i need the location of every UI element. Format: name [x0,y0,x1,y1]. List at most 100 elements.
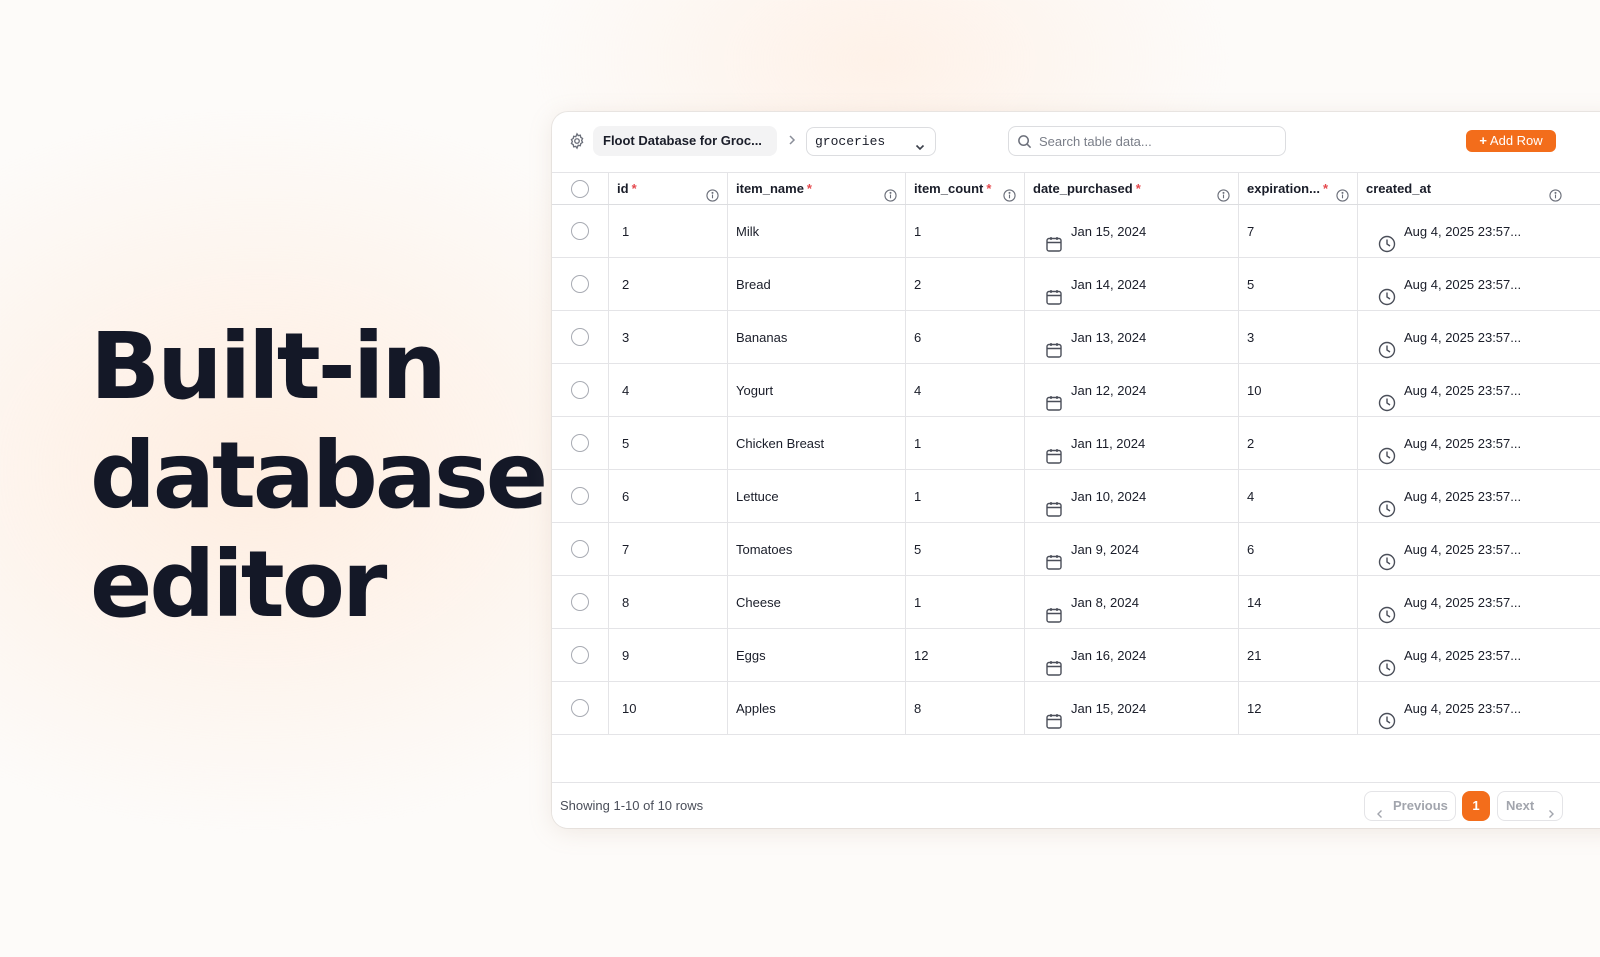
info-icon[interactable] [1217,182,1230,202]
cell-id[interactable]: 2 [609,258,728,310]
column-header-expiration[interactable]: expiration... * [1239,173,1358,204]
cell-expiration[interactable]: 7 [1239,205,1358,257]
row-checkbox[interactable] [571,275,589,293]
cell-expiration[interactable]: 5 [1239,258,1358,310]
column-header-item-name[interactable]: item_name * [728,173,906,204]
cell-expiration[interactable]: 3 [1239,311,1358,363]
cell-item-count[interactable]: 8 [906,682,1025,734]
cell-expiration[interactable]: 4 [1239,470,1358,522]
add-row-button[interactable]: + Add Row [1466,130,1556,152]
search-input[interactable] [1039,127,1279,155]
cell-item-name[interactable]: Bananas [728,311,906,363]
column-header-created-at[interactable]: created_at [1358,173,1600,204]
row-checkbox[interactable] [571,593,589,611]
info-icon[interactable] [1549,182,1562,202]
cell-created-at[interactable]: Aug 4, 2025 23:57... [1358,205,1600,257]
cell-id[interactable]: 1 [609,205,728,257]
cell-item-count[interactable]: 1 [906,576,1025,628]
row-checkbox[interactable] [571,328,589,346]
page-number-button[interactable]: 1 [1462,791,1490,821]
column-header-item-count[interactable]: item_count * [906,173,1025,204]
cell-id[interactable]: 3 [609,311,728,363]
cell-date-purchased[interactable]: Jan 8, 2024 [1025,576,1239,628]
cell-item-name[interactable]: Lettuce [728,470,906,522]
cell-item-count[interactable]: 1 [906,417,1025,469]
cell-date-purchased[interactable]: Jan 12, 2024 [1025,364,1239,416]
next-page-button[interactable]: Next [1497,791,1563,821]
cell-created-at[interactable]: Aug 4, 2025 23:57... [1358,576,1600,628]
row-checkbox[interactable] [571,540,589,558]
previous-page-button[interactable]: Previous [1364,791,1456,821]
cell-expiration[interactable]: 6 [1239,523,1358,575]
cell-id[interactable]: 9 [609,629,728,681]
table-select[interactable]: groceries [806,127,936,156]
cell-date-purchased[interactable]: Jan 15, 2024 [1025,205,1239,257]
cell-created-at[interactable]: Aug 4, 2025 23:57... [1358,629,1600,681]
cell-created-at[interactable]: Aug 4, 2025 23:57... [1358,682,1600,734]
row-checkbox[interactable] [571,646,589,664]
cell-date-purchased[interactable]: Jan 15, 2024 [1025,682,1239,734]
row-checkbox[interactable] [571,222,589,240]
cell-item-name[interactable]: Chicken Breast [728,417,906,469]
cell-item-count[interactable]: 6 [906,311,1025,363]
cell-item-name[interactable]: Milk [728,205,906,257]
cell-created-at[interactable]: Aug 4, 2025 23:57... [1358,258,1600,310]
cell-expiration[interactable]: 2 [1239,417,1358,469]
table-row[interactable]: 5 Chicken Breast 1 Jan 11, 2024 2 Aug 4, 2025… [552,417,1600,470]
cell-item-name[interactable]: Tomatoes [728,523,906,575]
cell-item-name[interactable]: Cheese [728,576,906,628]
cell-id[interactable]: 8 [609,576,728,628]
cell-item-name[interactable]: Yogurt [728,364,906,416]
table-row[interactable]: 7 Tomatoes 5 Jan 9, 2024 6 Aug 4, 2025 23:57.… [552,523,1600,576]
cell-date-purchased[interactable]: Jan 13, 2024 [1025,311,1239,363]
database-name-chip[interactable]: Floot Database for Groc... [593,126,777,156]
row-checkbox[interactable] [571,487,589,505]
cell-item-count[interactable]: 12 [906,629,1025,681]
cell-expiration[interactable]: 14 [1239,576,1358,628]
cell-item-count[interactable]: 1 [906,470,1025,522]
cell-date-purchased[interactable]: Jan 16, 2024 [1025,629,1239,681]
info-icon[interactable] [884,182,897,202]
row-checkbox[interactable] [571,434,589,452]
cell-date-purchased[interactable]: Jan 11, 2024 [1025,417,1239,469]
info-icon[interactable] [706,182,719,202]
cell-id[interactable]: 4 [609,364,728,416]
select-all-checkbox[interactable] [571,179,589,198]
cell-id[interactable]: 6 [609,470,728,522]
cell-expiration[interactable]: 10 [1239,364,1358,416]
info-icon[interactable] [1003,182,1016,202]
cell-item-name[interactable]: Eggs [728,629,906,681]
cell-item-count[interactable]: 1 [906,205,1025,257]
cell-expiration[interactable]: 21 [1239,629,1358,681]
column-header-date-purchased[interactable]: date_purchased * [1025,173,1239,204]
table-row[interactable]: 8 Cheese 1 Jan 8, 2024 14 Aug 4, 2025 23:57..… [552,576,1600,629]
gear-icon[interactable] [568,132,586,150]
cell-created-at[interactable]: Aug 4, 2025 23:57... [1358,364,1600,416]
cell-expiration[interactable]: 12 [1239,682,1358,734]
cell-created-at[interactable]: Aug 4, 2025 23:57... [1358,523,1600,575]
info-icon[interactable] [1336,182,1349,202]
cell-created-at[interactable]: Aug 4, 2025 23:57... [1358,417,1600,469]
cell-item-name[interactable]: Apples [728,682,906,734]
column-header-id[interactable]: id * [609,173,728,204]
table-row[interactable]: 3 Bananas 6 Jan 13, 2024 3 Aug 4, 2025 23:57.… [552,311,1600,364]
row-checkbox[interactable] [571,381,589,399]
cell-date-purchased[interactable]: Jan 9, 2024 [1025,523,1239,575]
table-row[interactable]: 6 Lettuce 1 Jan 10, 2024 4 Aug 4, 2025 23:57.… [552,470,1600,523]
table-row[interactable]: 2 Bread 2 Jan 14, 2024 5 Aug 4, 2025 23:57... [552,258,1600,311]
cell-id[interactable]: 7 [609,523,728,575]
table-row[interactable]: 9 Eggs 12 Jan 16, 2024 21 Aug 4, 2025 23:57..… [552,629,1600,682]
table-row[interactable]: 4 Yogurt 4 Jan 12, 2024 10 Aug 4, 2025 23:57.… [552,364,1600,417]
cell-date-purchased[interactable]: Jan 14, 2024 [1025,258,1239,310]
cell-id[interactable]: 10 [609,682,728,734]
cell-date-purchased[interactable]: Jan 10, 2024 [1025,470,1239,522]
cell-item-count[interactable]: 4 [906,364,1025,416]
cell-created-at[interactable]: Aug 4, 2025 23:57... [1358,470,1600,522]
cell-item-name[interactable]: Bread [728,258,906,310]
cell-item-count[interactable]: 2 [906,258,1025,310]
cell-id[interactable]: 5 [609,417,728,469]
cell-created-at[interactable]: Aug 4, 2025 23:57... [1358,311,1600,363]
cell-item-count[interactable]: 5 [906,523,1025,575]
row-checkbox[interactable] [571,699,589,717]
table-row[interactable]: 10 Apples 8 Jan 15, 2024 12 Aug 4, 2025 23:57… [552,682,1600,735]
